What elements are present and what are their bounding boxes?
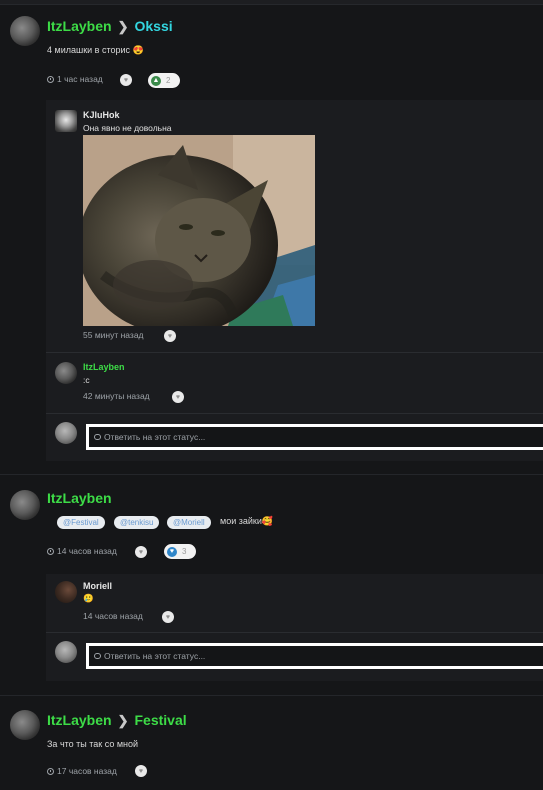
divider bbox=[0, 695, 543, 696]
avatar[interactable] bbox=[10, 490, 40, 520]
post-time[interactable]: 17 часов назад bbox=[47, 766, 117, 776]
reaction-summary[interactable]: ♥ 3 bbox=[164, 544, 196, 559]
smiling-face-hearts-emoji: 🥰 bbox=[261, 516, 274, 526]
comment-time[interactable]: 14 часов назад bbox=[83, 611, 143, 621]
cat-photo[interactable] bbox=[83, 135, 315, 326]
arrow-up-icon: ▲ bbox=[151, 75, 161, 86]
avatar[interactable] bbox=[10, 16, 40, 46]
like-button[interactable]: ♥ bbox=[135, 546, 147, 558]
post-time[interactable]: 14 часов назад bbox=[47, 546, 117, 556]
post-time[interactable]: 1 час назад bbox=[47, 74, 103, 84]
avatar bbox=[55, 422, 77, 444]
divider bbox=[0, 474, 543, 475]
comment-author[interactable]: KJluHok bbox=[83, 110, 120, 120]
post-header: ItzLayben ❯ Okssi bbox=[47, 18, 173, 35]
heart-icon: ♥ bbox=[167, 332, 173, 340]
heart-icon: ♥ bbox=[165, 613, 171, 621]
like-button[interactable]: ♥ bbox=[120, 74, 132, 86]
mention-tag[interactable]: @Moriell bbox=[167, 516, 211, 529]
comment-author[interactable]: ItzLayben bbox=[83, 362, 125, 372]
target-user-link[interactable]: Okssi bbox=[134, 18, 172, 34]
clock-icon bbox=[47, 75, 54, 83]
comment-time[interactable]: 55 минут назад bbox=[83, 330, 144, 340]
comment-time[interactable]: 42 минуты назад bbox=[83, 391, 150, 401]
comment-author[interactable]: Moriell bbox=[83, 581, 112, 591]
heart-icon: ♥ bbox=[138, 767, 144, 775]
avatar[interactable] bbox=[55, 110, 77, 132]
avatar[interactable] bbox=[10, 710, 40, 740]
comment-text: 🥲 bbox=[83, 593, 94, 603]
speech-bubble-icon bbox=[94, 653, 101, 659]
smiling-face-heart-eyes-emoji: 😍 bbox=[132, 45, 144, 55]
post-header: ItzLayben bbox=[47, 490, 112, 506]
avatar bbox=[55, 641, 77, 663]
author-link[interactable]: ItzLayben bbox=[47, 18, 112, 34]
mention-tag[interactable]: @tenkisu bbox=[114, 516, 160, 529]
chevron-right-icon: ❯ bbox=[117, 713, 129, 728]
top-border bbox=[0, 0, 543, 5]
like-button[interactable]: ♥ bbox=[162, 611, 174, 623]
mention-tag[interactable]: @Festival bbox=[57, 516, 105, 529]
reply-input[interactable]: Ответить на этот статус... bbox=[86, 424, 543, 450]
reply-input[interactable]: Ответить на этот статус... bbox=[86, 643, 543, 669]
avatar[interactable] bbox=[55, 581, 77, 603]
status-text: 4 милашки в сторис 😍 bbox=[47, 45, 144, 55]
reaction-summary[interactable]: ▲ 2 bbox=[148, 73, 180, 88]
comment-text: Она явно не довольна bbox=[83, 123, 172, 133]
heart-icon: ♥ bbox=[175, 393, 181, 401]
author-link[interactable]: ItzLayben bbox=[47, 490, 112, 506]
avatar[interactable] bbox=[55, 362, 77, 384]
status-text: мои зайки🥰 bbox=[220, 516, 274, 526]
target-user-link[interactable]: Festival bbox=[134, 712, 186, 728]
speech-bubble-icon bbox=[94, 434, 101, 440]
status-text: За что ты так со мной bbox=[47, 739, 139, 749]
clock-icon bbox=[47, 767, 54, 775]
comments-section: Moriell 🥲 14 часов назад ♥ Ответить на э… bbox=[46, 574, 543, 681]
like-button[interactable]: ♥ bbox=[164, 330, 176, 342]
comments-section: KJluHok Она явно не довольна 55 минут на… bbox=[46, 100, 543, 461]
clock-icon bbox=[47, 547, 54, 555]
comment-text: :c bbox=[83, 375, 90, 385]
divider bbox=[46, 413, 543, 414]
cat-image bbox=[83, 135, 315, 326]
heart-icon: ♥ bbox=[167, 546, 177, 557]
divider bbox=[46, 632, 543, 633]
like-button[interactable]: ♥ bbox=[172, 391, 184, 403]
author-link[interactable]: ItzLayben bbox=[47, 712, 112, 728]
divider bbox=[46, 352, 543, 353]
heart-icon: ♥ bbox=[138, 548, 144, 556]
post-header: ItzLayben ❯ Festival bbox=[47, 712, 187, 729]
heart-icon: ♥ bbox=[123, 76, 129, 84]
like-button[interactable]: ♥ bbox=[135, 765, 147, 777]
chevron-right-icon: ❯ bbox=[117, 19, 129, 34]
